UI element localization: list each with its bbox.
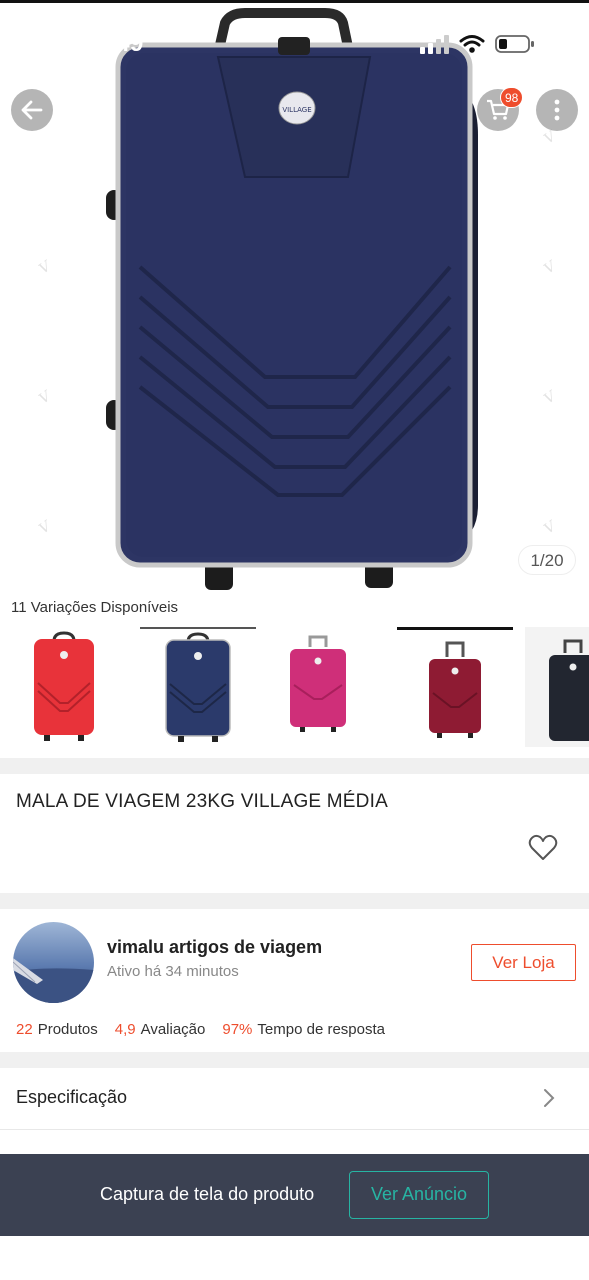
stat-rating: 4,9 Avaliação: [114, 1021, 206, 1038]
wifi-icon: [459, 35, 485, 53]
variation-thumb-pink[interactable]: [260, 627, 376, 747]
back-button[interactable]: [11, 89, 53, 131]
suitcase-thumb: [549, 639, 589, 741]
view-ad-button[interactable]: Ver Anúncio: [349, 1171, 489, 1219]
shop-active-status: Ativo há 34 minutos: [107, 963, 239, 980]
watermark: V: [36, 518, 54, 538]
favorite-button[interactable]: [527, 832, 559, 864]
suitcase-image: VILLAGE: [106, 8, 478, 590]
suitcase-thumb: [429, 641, 481, 738]
specification-label: Especificação: [16, 1087, 128, 1107]
variation-thumb-black[interactable]: [525, 627, 589, 747]
bottom-bar: Captura de tela do produto Ver Anúncio: [0, 1154, 589, 1236]
shop-name[interactable]: vimalu artigos de viagem: [107, 937, 322, 958]
stat-products: 22 Produtos: [16, 1021, 98, 1038]
variation-thumbnails: [0, 627, 589, 749]
signal-icon: [420, 35, 449, 54]
more-button[interactable]: [536, 89, 578, 131]
visit-shop-button[interactable]: Ver Loja: [471, 944, 576, 981]
capture-text: Captura de tela do produto: [100, 1184, 315, 1204]
chevron-right-icon: [544, 1089, 555, 1107]
section-divider: [0, 893, 589, 909]
suitcase-thumb: [165, 632, 231, 742]
watermark: V: [36, 258, 54, 278]
watermark: V: [541, 128, 559, 148]
section-divider: [0, 758, 589, 774]
variations-label: 11 Variações Disponíveis: [11, 599, 179, 616]
watermark: V: [36, 388, 54, 408]
variation-thumb-burgundy[interactable]: [397, 627, 513, 747]
avatar-image: [13, 922, 94, 1003]
variation-thumb-navy[interactable]: [140, 627, 256, 747]
watermark: V: [541, 258, 559, 278]
more-vertical-icon: [554, 99, 560, 121]
specification-row[interactable]: Especificação: [0, 1068, 589, 1130]
image-counter: 1/20: [518, 545, 576, 575]
svg-text:VILLAGE: VILLAGE: [282, 106, 311, 114]
product-title: MALA DE VIAGEM 23KG VILLAGE MÉDIA: [16, 791, 388, 812]
watermark: V: [541, 388, 559, 408]
top-border: [0, 0, 589, 3]
arrow-left-icon: [21, 100, 43, 120]
suitcase-thumb: [34, 631, 94, 741]
section-divider: [0, 1052, 589, 1068]
shop-avatar[interactable]: [13, 922, 94, 1003]
watermark: V: [541, 518, 559, 538]
battery-icon: [495, 35, 534, 53]
heart-icon: [528, 834, 558, 860]
variation-thumb-red[interactable]: [6, 627, 122, 747]
status-icons: [419, 34, 535, 54]
status-bar: 12:49: [0, 28, 589, 60]
product-gallery[interactable]: V V V V V V V VILLAGE 12:49 98 1/20: [0, 0, 589, 590]
suitcase-thumb: [290, 635, 346, 732]
shop-stats: 22 Produtos 4,9 Avaliação 97% Tempo de resp…: [16, 1021, 385, 1038]
cart-badge: 98: [500, 87, 524, 108]
stat-response-time: 97% Tempo de resposta: [222, 1021, 385, 1038]
status-time: 12:49: [80, 30, 144, 57]
